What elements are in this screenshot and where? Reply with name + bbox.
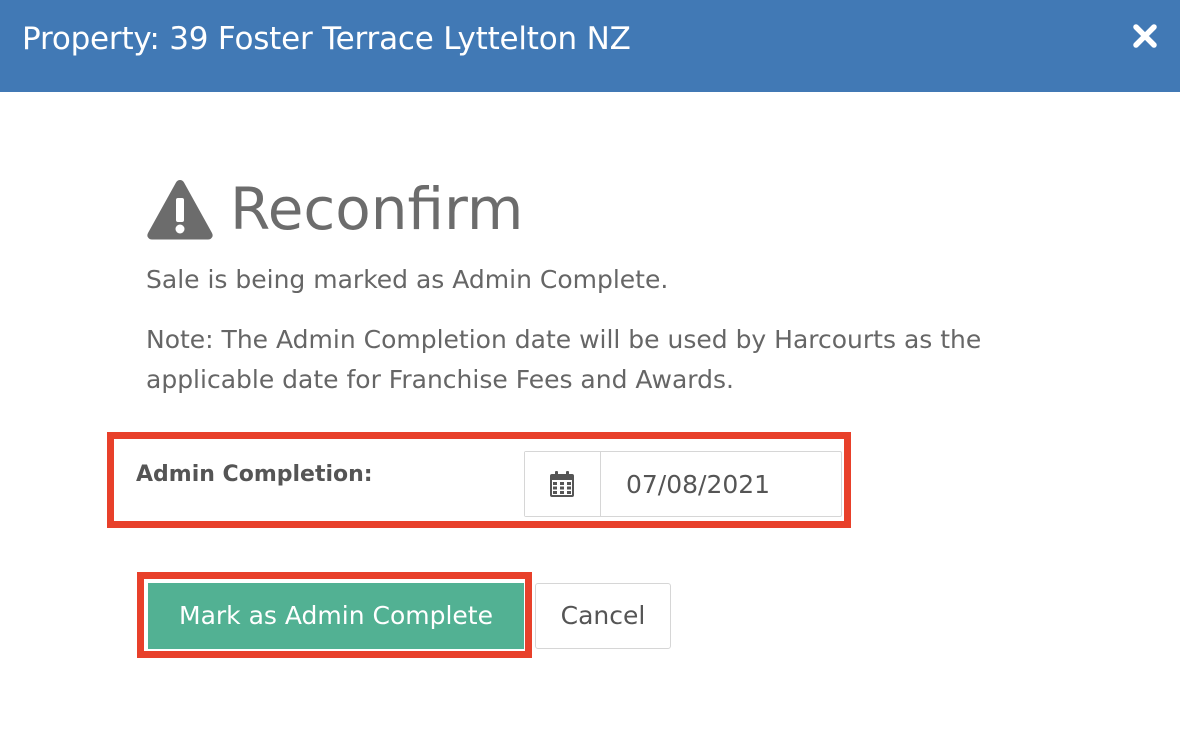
admin-completion-date-group [524,451,842,517]
dialog-heading: Reconfirm [230,175,524,243]
modal-header: Property: 39 Foster Terrace Lyttelton NZ [0,0,1180,92]
modal-title: Property: 39 Foster Terrace Lyttelton NZ [22,21,631,57]
admin-complete-modal: Property: 39 Foster Terrace Lyttelton NZ… [0,0,1180,734]
note-text: Note: The Admin Completion date will be … [146,320,981,400]
note-line-2: applicable date for Franchise Fees and A… [146,365,734,394]
close-icon[interactable] [1131,22,1159,50]
admin-completion-date-input[interactable] [601,452,841,516]
admin-completion-label: Admin Completion: [136,462,373,487]
calendar-icon[interactable] [525,452,601,516]
cancel-button[interactable]: Cancel [535,583,671,649]
confirmation-message: Sale is being marked as Admin Complete. [146,265,669,294]
warning-icon [147,180,213,240]
mark-admin-complete-button[interactable]: Mark as Admin Complete [148,583,524,649]
note-line-1: Note: The Admin Completion date will be … [146,325,982,354]
